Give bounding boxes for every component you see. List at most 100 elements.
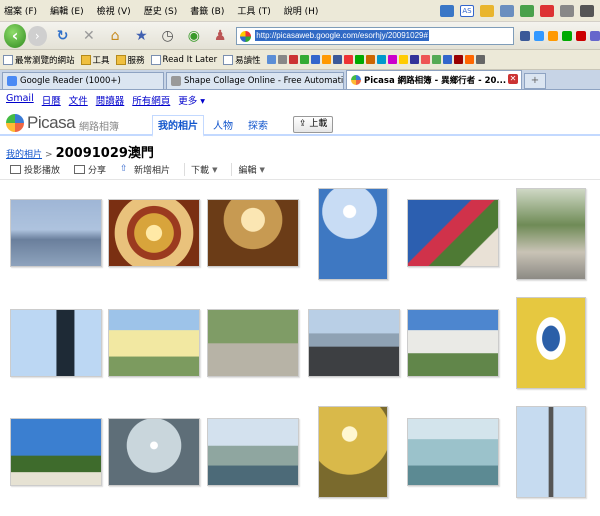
addon-icon[interactable] bbox=[589, 30, 600, 41]
link-web[interactable]: 所有網頁 bbox=[132, 93, 170, 107]
photo-red-flowers[interactable] bbox=[407, 199, 499, 267]
bookmark-icon[interactable] bbox=[299, 55, 309, 64]
menu-edit[interactable]: 編輯 (E) bbox=[50, 4, 84, 17]
stop-icon[interactable]: ✕ bbox=[79, 25, 99, 47]
menu-tools[interactable]: 工具 (T) bbox=[237, 4, 270, 17]
tab-people[interactable]: 人物 bbox=[207, 115, 239, 137]
bookmark-services[interactable]: 服務 bbox=[115, 54, 145, 66]
photo-bridge-sea[interactable] bbox=[407, 418, 499, 486]
bookmark-icon[interactable] bbox=[365, 55, 375, 64]
upload-button[interactable]: ⇪ 上載 bbox=[293, 116, 334, 133]
pencil-icon[interactable] bbox=[480, 4, 494, 17]
photo-church[interactable] bbox=[108, 309, 200, 377]
page-icon bbox=[223, 54, 234, 65]
bookmark-icon[interactable] bbox=[442, 55, 452, 64]
link-calendar[interactable]: 日曆 bbox=[42, 93, 61, 107]
puzzle-icon[interactable] bbox=[540, 4, 554, 17]
bookmark-icon[interactable] bbox=[453, 55, 463, 64]
address-url[interactable]: http://picasaweb.google.com/esorhjy/2009… bbox=[255, 30, 429, 41]
link-more[interactable]: 更多 ▾ bbox=[178, 93, 205, 107]
bookmark-icon[interactable] bbox=[464, 55, 474, 64]
refresh-addon-icon[interactable]: ◉ bbox=[184, 25, 204, 47]
download-menu[interactable]: 下載 ▼ bbox=[184, 163, 217, 176]
tab-my-photos[interactable]: 我的相片 bbox=[152, 115, 204, 137]
bookmarks-toolbar: 最常瀏覽的網站 工具 服務 Read It Later 易讀性 bbox=[0, 50, 600, 70]
link-gmail[interactable]: Gmail bbox=[6, 93, 34, 107]
pdf-icon[interactable] bbox=[575, 30, 586, 41]
slideshow-button[interactable]: 投影播放 bbox=[10, 163, 60, 176]
bookmark-icon[interactable] bbox=[420, 55, 430, 64]
photo-golden-water[interactable] bbox=[318, 406, 388, 498]
back-button[interactable]: ‹ bbox=[4, 23, 27, 48]
toolbar-addon-icon[interactable] bbox=[440, 4, 454, 17]
share-button[interactable]: 分享 bbox=[74, 163, 106, 176]
photo-hazy-hills[interactable] bbox=[10, 199, 102, 267]
bookmark-icon[interactable] bbox=[354, 55, 364, 64]
image-icon[interactable] bbox=[500, 4, 514, 17]
add-photos-button[interactable]: ⇧ 新增相片 bbox=[120, 163, 170, 177]
photo-yellow-niche[interactable] bbox=[516, 297, 586, 389]
picasa-logo[interactable]: Picasa 網路相簿 bbox=[6, 113, 119, 133]
google-reader-favicon-icon bbox=[7, 76, 17, 86]
wrench-icon[interactable] bbox=[560, 4, 574, 17]
bookmark-icon[interactable] bbox=[277, 55, 287, 64]
link-docs[interactable]: 文件 bbox=[69, 93, 88, 107]
tab-google-reader[interactable]: Google Reader (1000+) bbox=[2, 72, 164, 89]
reload-icon[interactable]: ↻ bbox=[53, 25, 73, 47]
bookmark-icon[interactable] bbox=[288, 55, 298, 64]
photo-statue-silhouette[interactable] bbox=[10, 309, 102, 377]
bookmark-icon[interactable] bbox=[398, 55, 408, 64]
menu-file[interactable]: 檔案 (F) bbox=[4, 4, 37, 17]
photo-trees-square[interactable] bbox=[207, 309, 299, 377]
bookmark-icon[interactable] bbox=[475, 55, 485, 64]
as-badge-icon[interactable]: AS bbox=[460, 4, 474, 17]
bookmark-readability[interactable]: 易讀性 bbox=[223, 54, 261, 66]
menu-help[interactable]: 說明 (H) bbox=[284, 4, 319, 17]
photo-signpost-sun[interactable] bbox=[318, 188, 388, 280]
photo-sunset-water[interactable] bbox=[108, 418, 200, 486]
home-icon[interactable]: ⌂ bbox=[105, 25, 125, 47]
tab-explore[interactable]: 探索 bbox=[242, 115, 274, 137]
address-bar[interactable]: http://picasaweb.google.com/esorhjy/2009… bbox=[236, 26, 514, 45]
twitter-icon[interactable] bbox=[533, 30, 544, 41]
bookmark-icon[interactable] bbox=[332, 55, 342, 64]
photo-monument-square[interactable] bbox=[407, 309, 499, 377]
forward-button[interactable]: › bbox=[28, 25, 47, 46]
menu-bookmarks[interactable]: 書籤 (B) bbox=[190, 4, 224, 17]
bookmark-icon[interactable] bbox=[321, 55, 331, 64]
photo-harbour-bench[interactable] bbox=[308, 309, 400, 377]
tab-shape-collage[interactable]: Shape Collage Online - Free Automatic ..… bbox=[166, 72, 344, 89]
new-tab-button[interactable]: + bbox=[524, 73, 546, 89]
breadcrumb-my-photos[interactable]: 我的相片 bbox=[6, 147, 42, 160]
photo-golden-statue[interactable] bbox=[207, 199, 299, 267]
photo-park-blue-sky[interactable] bbox=[10, 418, 102, 486]
bookmark-tools[interactable]: 工具 bbox=[80, 54, 110, 66]
facebook-icon[interactable] bbox=[519, 30, 530, 41]
bookmark-icon[interactable] bbox=[431, 55, 441, 64]
bookmark-icon[interactable] bbox=[376, 55, 386, 64]
menu-history[interactable]: 歷史 (S) bbox=[144, 4, 178, 17]
gear-icon[interactable] bbox=[580, 4, 594, 17]
globe-icon[interactable] bbox=[520, 4, 534, 17]
bookmark-icon[interactable] bbox=[409, 55, 419, 64]
user-icon[interactable]: ♟ bbox=[210, 25, 230, 47]
rss-icon[interactable] bbox=[547, 30, 558, 41]
bookmark-icon[interactable] bbox=[387, 55, 397, 64]
photo-city-skyline[interactable] bbox=[207, 418, 299, 486]
close-tab-icon[interactable]: ✕ bbox=[508, 74, 518, 84]
bookmark-icon[interactable] bbox=[310, 55, 320, 64]
edit-menu[interactable]: 編輯 ▼ bbox=[231, 163, 265, 176]
photo-ornate-ceiling[interactable] bbox=[108, 199, 200, 267]
photo-macau-tower[interactable] bbox=[516, 406, 586, 498]
photo-old-building[interactable] bbox=[516, 188, 586, 280]
bookmark-icon[interactable] bbox=[343, 55, 353, 64]
clock-icon[interactable]: ◷ bbox=[158, 25, 178, 47]
bookmark-icon[interactable] bbox=[266, 55, 276, 64]
tab-picasa-active[interactable]: Picasa 網路相簿 - 異鄉行者 - 20... ✕ bbox=[346, 70, 522, 89]
menu-view[interactable]: 檢視 (V) bbox=[97, 4, 131, 17]
delicious-icon[interactable] bbox=[561, 30, 572, 41]
link-reader[interactable]: 閱讀器 bbox=[96, 93, 125, 107]
star-bookmark-icon[interactable]: ★ bbox=[131, 25, 151, 47]
bookmark-most-visited[interactable]: 最常瀏覽的網站 bbox=[3, 54, 75, 66]
bookmark-read-it-later[interactable]: Read It Later bbox=[150, 54, 217, 65]
